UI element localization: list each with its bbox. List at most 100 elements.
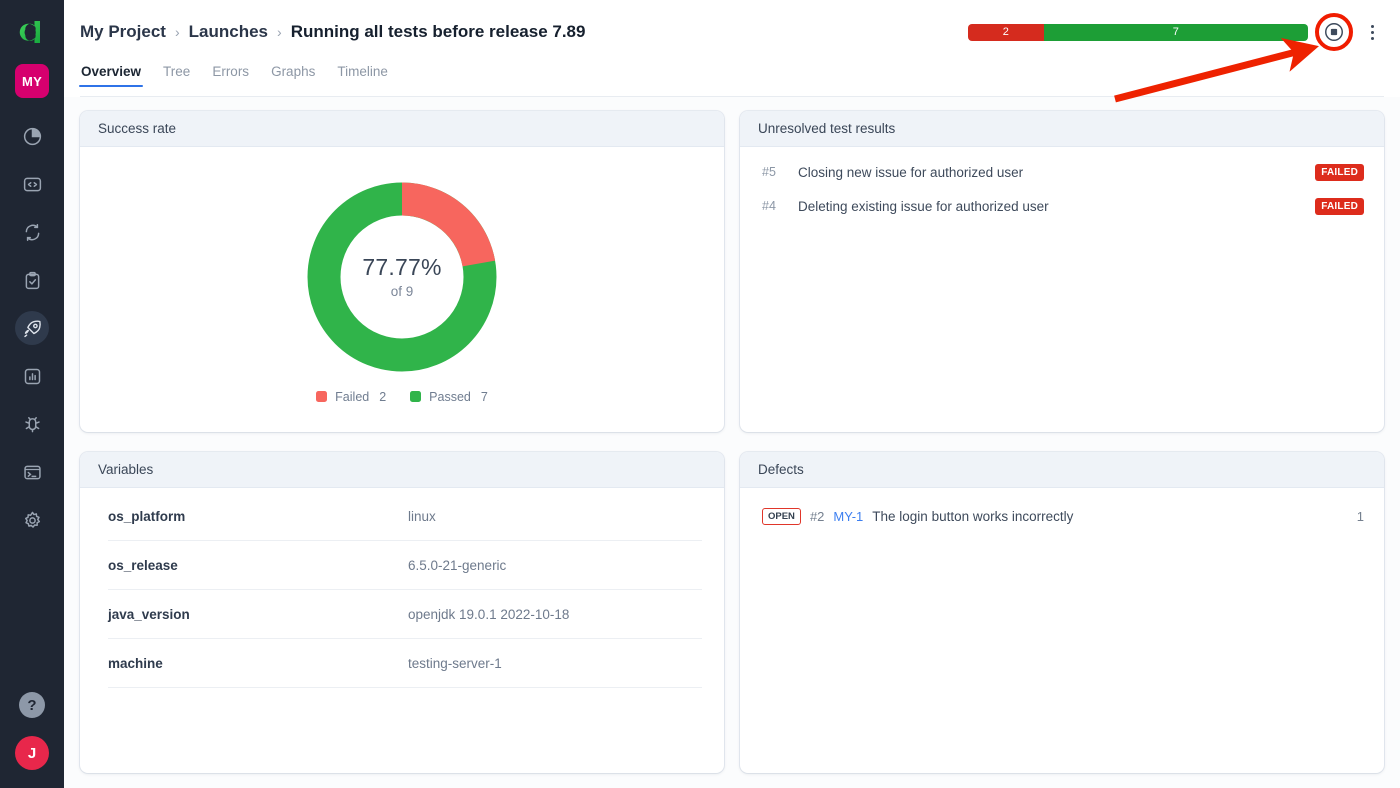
variable-key: os_platform <box>108 508 186 524</box>
variable-key: java_version <box>108 606 190 622</box>
variable-value: 6.5.0-21-generic <box>408 557 507 573</box>
unresolved-row-name[interactable]: Deleting existing issue for authorized u… <box>798 199 1297 214</box>
help-icon[interactable]: ? <box>19 692 45 718</box>
donut-legend: Failed 2 Passed 7 <box>316 390 488 404</box>
success-rate-total: of 9 <box>390 284 414 299</box>
legend-count-passed: 7 <box>480 389 488 404</box>
sidebar-nav <box>12 112 52 544</box>
gear-icon <box>15 503 49 537</box>
unresolved-row[interactable]: #5 Closing new issue for authorized user… <box>762 155 1364 189</box>
card-body-success-rate: 77.77% of 9 Failed 2 Passed 7 <box>80 147 724 432</box>
card-title-unresolved: Unresolved test results <box>740 111 1384 147</box>
card-body-variables: os_platform linux os_release 6.5.0-21-ge… <box>80 488 724 773</box>
kebab-dot <box>1370 36 1374 40</box>
unresolved-row-name[interactable]: Closing new issue for authorized user <box>798 165 1297 180</box>
page-title: Running all tests before release 7.89 <box>290 22 586 41</box>
code-icon <box>15 167 49 201</box>
table-row: os_release 6.5.0-21-generic <box>108 541 702 590</box>
main-area: My Project › Launches › Running all test… <box>64 0 1400 788</box>
tab-timeline[interactable]: Timeline <box>337 64 388 87</box>
sidebar-item-defects[interactable] <box>12 400 52 448</box>
progress-segment-passed: 7 <box>1043 23 1308 41</box>
success-rate-percent: 77.77% <box>362 254 442 280</box>
rocket-icon <box>15 311 49 345</box>
tab-errors[interactable]: Errors <box>212 64 249 87</box>
breadcrumb-separator: › <box>174 24 180 40</box>
breadcrumb: My Project › Launches › Running all test… <box>80 22 585 42</box>
kebab-dot <box>1370 30 1374 34</box>
unresolved-row-id: #4 <box>762 199 776 213</box>
legend-item-failed[interactable]: Failed 2 <box>316 390 386 404</box>
tab-bar: Overview Tree Errors Graphs Timeline <box>78 64 1384 96</box>
defect-count: 1 <box>1356 508 1364 524</box>
defect-status-badge: OPEN <box>762 507 801 525</box>
stop-launch-button[interactable] <box>1315 13 1353 51</box>
defect-row[interactable]: OPEN #2 MY-1 The login button works inco… <box>762 502 1364 530</box>
project-avatar[interactable]: MY <box>15 64 49 98</box>
variable-value: linux <box>408 508 436 524</box>
card-title-variables: Variables <box>80 452 724 488</box>
unresolved-row[interactable]: #4 Deleting existing issue for authorize… <box>762 189 1364 223</box>
bar-chart-icon <box>15 359 49 393</box>
sidebar-footer: ? J <box>15 692 49 788</box>
variable-value: testing-server-1 <box>408 655 502 671</box>
donut-chart: 77.77% of 9 Failed 2 Passed 7 <box>80 147 724 432</box>
status-badge: FAILED <box>1315 197 1364 215</box>
stop-circle-icon <box>1325 23 1343 41</box>
variable-key: machine <box>108 655 163 671</box>
status-badge: FAILED <box>1315 163 1364 181</box>
legend-swatch-passed <box>410 391 422 402</box>
legend-label-passed: Passed <box>429 389 471 404</box>
card-success-rate: Success rate 77.77% of 9 Failed 2 Passed… <box>80 111 724 432</box>
defect-number: #2 <box>809 508 825 524</box>
variables-table: os_platform linux os_release 6.5.0-21-ge… <box>80 488 724 688</box>
defect-title[interactable]: The login button works incorrectly <box>872 509 1073 524</box>
tab-graphs[interactable]: Graphs <box>271 64 315 87</box>
bug-icon <box>15 407 49 441</box>
breadcrumb-separator: › <box>277 24 282 40</box>
breadcrumb-item-launches[interactable]: Launches <box>189 22 268 42</box>
overview-grid: Success rate 77.77% of 9 Failed 2 Passed… <box>64 97 1400 788</box>
sidebar-item-dashboards[interactable] <box>12 112 52 160</box>
defect-ticket-link[interactable]: MY-1 <box>833 509 863 524</box>
sidebar-item-console[interactable] <box>12 448 52 496</box>
sidebar-item-analytics[interactable] <box>12 352 52 400</box>
header-actions: 2 7 <box>968 13 1384 51</box>
sidebar-item-sync[interactable] <box>12 208 52 256</box>
card-body-unresolved: #5 Closing new issue for authorized user… <box>740 147 1384 432</box>
page-header: My Project › Launches › Running all test… <box>64 0 1400 97</box>
sidebar-item-api[interactable] <box>12 160 52 208</box>
progress-segment-failed: 2 <box>968 23 1044 41</box>
breadcrumb-item-project[interactable]: My Project <box>80 22 166 42</box>
refresh-cycle-icon <box>15 215 49 249</box>
tab-tree[interactable]: Tree <box>163 64 190 87</box>
header-divider <box>80 96 1384 97</box>
card-body-defects: OPEN #2 MY-1 The login button works inco… <box>740 488 1384 773</box>
sidebar: MY ? J <box>0 0 64 788</box>
donut-graphic: 77.77% of 9 <box>307 182 497 372</box>
table-row: machine testing-server-1 <box>108 639 702 688</box>
legend-swatch-failed <box>316 391 328 402</box>
card-defects: Defects OPEN #2 MY-1 The login button wo… <box>740 452 1384 773</box>
unresolved-list: #5 Closing new issue for authorized user… <box>740 147 1384 223</box>
card-title-defects: Defects <box>740 452 1384 488</box>
donut-center-labels: 77.77% of 9 <box>307 182 497 372</box>
tab-overview[interactable]: Overview <box>78 64 144 87</box>
legend-item-passed[interactable]: Passed 7 <box>410 390 488 404</box>
legend-count-failed: 2 <box>379 389 387 404</box>
card-variables: Variables os_platform linux os_release 6… <box>80 452 724 773</box>
variable-key: os_release <box>108 557 178 573</box>
user-avatar[interactable]: J <box>15 736 49 770</box>
allure-logo[interactable] <box>12 12 52 52</box>
variable-value: openjdk 19.0.1 2022-10-18 <box>408 606 570 622</box>
legend-label-failed: Failed <box>335 389 370 404</box>
more-options-button[interactable] <box>1360 18 1384 46</box>
sidebar-item-launches[interactable] <box>12 304 52 352</box>
sidebar-item-settings[interactable] <box>12 496 52 544</box>
terminal-icon <box>15 455 49 489</box>
pie-chart-icon <box>15 119 49 153</box>
table-row: os_platform linux <box>108 492 702 541</box>
table-row: java_version openjdk 19.0.1 2022-10-18 <box>108 590 702 639</box>
sidebar-item-test-cases[interactable] <box>12 256 52 304</box>
launch-progress-bar: 2 7 <box>968 23 1308 41</box>
